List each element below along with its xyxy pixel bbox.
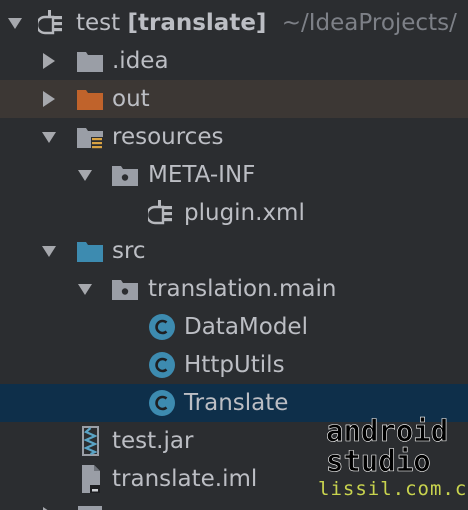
watermark: android studio lissil.com.cn <box>318 416 468 502</box>
watermark-line-2: studio <box>326 444 431 478</box>
tree-item-label: DataModel <box>184 314 308 340</box>
tree-row-out[interactable]: out <box>0 80 468 118</box>
class-icon <box>147 350 177 380</box>
chevron-right-icon[interactable] <box>40 90 58 108</box>
tree-item-label: .idea <box>112 48 169 74</box>
chevron-right-icon[interactable] <box>40 506 58 510</box>
tree-row-translation-main[interactable]: translation.main <box>0 270 468 308</box>
root-label: test [translate] ~/IdeaProjects/ <box>76 7 457 39</box>
tree-row-idea[interactable]: .idea <box>0 42 468 80</box>
module-icon <box>38 8 68 38</box>
tree-row-root[interactable]: test [translate] ~/IdeaProjects/ <box>0 4 468 42</box>
tree-row-datamodel[interactable]: DataModel <box>0 308 468 346</box>
chevron-down-icon[interactable] <box>40 242 58 260</box>
package-icon <box>110 274 140 304</box>
tree-item-label: test.jar <box>112 428 194 454</box>
tree-row-src[interactable]: src <box>0 232 468 270</box>
folder-icon <box>75 46 105 76</box>
chevron-down-icon[interactable] <box>76 280 94 298</box>
watermark-line-1: android <box>326 414 449 448</box>
tree-item-label: META-INF <box>148 162 256 188</box>
watermark-url: lissil.com.cn <box>318 478 468 500</box>
tree-row-meta-inf[interactable]: META-INF <box>0 156 468 194</box>
tree-row-resources[interactable]: resources <box>0 118 468 156</box>
tree-item-label: plugin.xml <box>184 200 305 226</box>
chevron-down-icon[interactable] <box>76 166 94 184</box>
source-folder-icon <box>75 236 105 266</box>
tree-item-label: resources <box>112 124 224 150</box>
tree-item-label: HttpUtils <box>184 352 285 378</box>
jar-icon <box>76 426 106 456</box>
iml-file-icon <box>76 464 106 494</box>
chevron-down-icon[interactable] <box>40 128 58 146</box>
chevron-right-icon[interactable] <box>40 52 58 70</box>
module-tag: [translate] <box>127 10 267 36</box>
resources-folder-icon <box>75 122 105 152</box>
tree-item-label: out <box>112 86 150 112</box>
tree-row-httputils[interactable]: HttpUtils <box>0 346 468 384</box>
project-name: test <box>76 10 121 36</box>
tree-item-label: src <box>112 238 146 264</box>
package-icon <box>110 160 140 190</box>
class-icon <box>147 388 177 418</box>
excluded-folder-icon <box>75 84 105 114</box>
plugin-xml-icon <box>148 198 178 228</box>
tree-item-label: translation.main <box>148 276 337 302</box>
project-path: ~/IdeaProjects/ <box>281 10 457 36</box>
class-icon <box>147 312 177 342</box>
tree-item-label: translate.iml <box>112 466 258 492</box>
library-icon <box>75 504 105 510</box>
tree-item-label: Translate <box>184 390 289 416</box>
tree-row-plugin-xml[interactable]: plugin.xml <box>0 194 468 232</box>
chevron-down-icon[interactable] <box>6 14 24 32</box>
